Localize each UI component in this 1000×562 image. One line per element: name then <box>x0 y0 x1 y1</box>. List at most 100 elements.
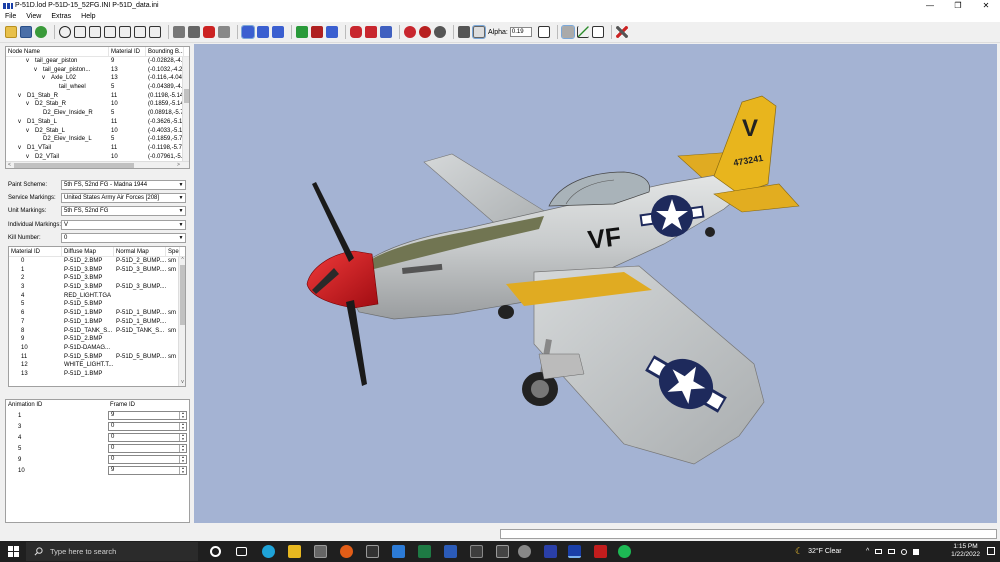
chevron-down-icon[interactable]: ▼ <box>177 207 185 215</box>
light-3-icon[interactable] <box>380 26 392 38</box>
mail-icon[interactable] <box>392 545 405 558</box>
view-back-icon[interactable] <box>89 26 101 38</box>
col-mat-id[interactable]: Material ID <box>9 247 62 256</box>
gear-icon[interactable] <box>518 545 531 558</box>
tree-node[interactable]: v D1_VTail 11 (-0.1198,-5.7 <box>6 144 189 153</box>
col-diffuse-map[interactable]: Diffuse Map <box>62 247 114 256</box>
menu-extras[interactable]: Extras <box>46 13 76 20</box>
alpha-input[interactable]: 0.19 <box>509 27 532 37</box>
menu-view[interactable]: View <box>21 13 46 20</box>
tree-expander-icon[interactable]: v <box>26 100 33 109</box>
cortana-icon[interactable] <box>210 546 221 557</box>
materials-table[interactable]: Material ID Diffuse Map Normal Map Spe 0… <box>8 246 186 387</box>
tree-node[interactable]: v D2_Stab_L 10 (-0.4033,-5.1 <box>6 127 189 136</box>
3d-viewport[interactable]: V 473241 VF <box>194 44 997 523</box>
material-row[interactable]: 1 P-51D_3.BMP P-51D_3_BUMP.... sm <box>9 266 185 275</box>
material-row[interactable]: 12 WHITE_LIGHT.T... <box>9 361 185 370</box>
setting-dropdown[interactable]: V ▼ <box>61 219 186 230</box>
frame-spinner[interactable]: 0 ▲ ▼ <box>108 422 187 431</box>
spinner-arrows-icon[interactable]: ▲ ▼ <box>179 444 186 452</box>
photos-icon[interactable] <box>470 545 483 558</box>
col-node-name[interactable]: Node Name <box>6 47 109 56</box>
ball-2-icon[interactable] <box>419 26 431 38</box>
red-tool-icon[interactable] <box>311 26 323 38</box>
view-right-icon[interactable] <box>119 26 131 38</box>
tree-expander-icon[interactable]: v <box>18 92 25 101</box>
volume-icon[interactable] <box>913 548 920 555</box>
tree-node[interactable]: v D1_Stab_R 11 (0.1198,-5.14 <box>6 92 189 101</box>
blue-tool-icon[interactable] <box>326 26 338 38</box>
maximize-button[interactable]: ❐ <box>944 0 972 11</box>
col-bounding-box[interactable]: Bounding B... <box>146 47 184 56</box>
mode-b-icon[interactable] <box>257 26 269 38</box>
window-icon[interactable] <box>591 26 604 38</box>
menu-help[interactable]: Help <box>76 13 100 20</box>
ball-3-icon[interactable] <box>434 26 446 38</box>
material-row[interactable]: 5 P-51D_5.BMP <box>9 300 185 309</box>
box-outline-icon[interactable] <box>472 25 486 39</box>
file-explorer-icon[interactable] <box>288 545 301 558</box>
calendar-icon[interactable] <box>496 545 509 558</box>
material-row[interactable]: 13 P-51D_1.BMP <box>9 370 185 379</box>
tree-expander-icon[interactable]: v <box>26 127 33 136</box>
material-row[interactable]: 8 P-51D_TANK_S... P-51D_TANK_S... sm <box>9 327 185 336</box>
menu-file[interactable]: File <box>0 13 21 20</box>
weather[interactable]: ☾ 32°F Clear <box>795 541 842 562</box>
tree-expander-icon[interactable]: v <box>42 74 49 83</box>
view-top-icon[interactable] <box>134 26 146 38</box>
light-2-icon[interactable] <box>365 26 377 38</box>
tree-node[interactable]: v D2_VTail 10 (-0.07961,-5. <box>6 153 189 162</box>
mode-c-icon[interactable] <box>272 26 284 38</box>
taskbar-search[interactable]: Type here to search <box>26 542 198 561</box>
col-material-id[interactable]: Material ID <box>109 47 146 56</box>
grid-icon[interactable] <box>560 25 575 39</box>
tree-node[interactable]: v D2_Stab_R 10 (0.1859,-5.14 <box>6 100 189 109</box>
tree-expander-icon[interactable] <box>50 83 57 92</box>
cube-gray-icon[interactable] <box>173 26 185 38</box>
setting-dropdown[interactable]: 5th FS, 52nd FG ▼ <box>61 205 186 216</box>
edge-icon[interactable] <box>262 545 275 558</box>
tree-expander-icon[interactable]: v <box>26 57 33 66</box>
cube-wire-icon[interactable] <box>218 26 230 38</box>
word-icon[interactable] <box>444 545 457 558</box>
setting-dropdown[interactable]: United States Army Air Forces [208] ▼ <box>61 192 186 203</box>
cube-red-icon[interactable] <box>203 26 215 38</box>
tree-expander-icon[interactable]: v <box>26 153 33 162</box>
material-row[interactable]: 4 RED_LIGHT.TGA <box>9 292 185 301</box>
tree-node[interactable]: D2_Elev_Inside_L 5 (-0.1859,-5.7 <box>6 135 189 144</box>
material-row[interactable]: 2 P-51D_3.BMP <box>9 274 185 283</box>
firefox-icon[interactable] <box>340 545 353 558</box>
view-left-icon[interactable] <box>104 26 116 38</box>
tree-vscroll[interactable] <box>182 57 189 164</box>
show-hidden-icon[interactable]: ^ <box>866 548 869 555</box>
frame-spinner[interactable]: 9 ▲ ▼ <box>108 411 187 420</box>
windows-start-icon[interactable] <box>8 546 19 557</box>
graph-icon[interactable] <box>576 26 589 38</box>
materials-vscroll[interactable]: ^ v <box>178 257 185 386</box>
frame-spinner[interactable]: 0 ▲ ▼ <box>108 455 187 464</box>
notifications-icon[interactable] <box>987 547 995 555</box>
material-row[interactable]: 0 P-51D_2.BMP P-51D_2_BUMP.... sm <box>9 257 185 266</box>
col-normal-map[interactable]: Normal Map <box>114 247 166 256</box>
spinner-arrows-icon[interactable]: ▲ ▼ <box>179 422 186 430</box>
green-tool-icon[interactable] <box>296 26 308 38</box>
frame-spinner[interactable]: 9 ▲ ▼ <box>108 466 187 475</box>
store-icon[interactable] <box>314 545 327 558</box>
clock[interactable]: 1:15 PM 1/22/2022 <box>951 543 980 559</box>
chevron-down-icon[interactable]: ▼ <box>177 181 185 189</box>
app-icon-2[interactable] <box>544 545 557 558</box>
task-view-icon[interactable] <box>236 547 247 556</box>
tree-expander-icon[interactable]: v <box>18 118 25 127</box>
cube-dark-icon[interactable] <box>188 26 200 38</box>
setting-dropdown[interactable]: 5th FS, 52nd FG - Madna 1944 ▼ <box>61 179 186 190</box>
tree-node[interactable]: v Axle_L02 13 (-0.116,-4.04 <box>6 74 189 83</box>
node-tree[interactable]: Node Name Material ID Bounding B... v tai… <box>5 46 190 169</box>
material-row[interactable]: 10 P-51D-DAMAG... <box>9 344 185 353</box>
frame-spinner[interactable]: 0 ▲ ▼ <box>108 444 187 453</box>
animations-table[interactable]: Animation ID Frame ID 1 9 ▲ ▼ 3 0 ▲ ▼ 4 0 ▲ ▼ 5 0 ▲ ▼ 9 0… <box>5 399 190 523</box>
acrobat-icon[interactable] <box>594 545 607 558</box>
minimize-button[interactable]: — <box>916 0 944 11</box>
material-row[interactable]: 7 P-51D_1.BMP P-51D_1_BUMP.... <box>9 318 185 327</box>
tree-node[interactable]: tail_wheel 5 (-0.04389,-4. <box>6 83 189 92</box>
close-button[interactable]: ✕ <box>972 0 1000 11</box>
